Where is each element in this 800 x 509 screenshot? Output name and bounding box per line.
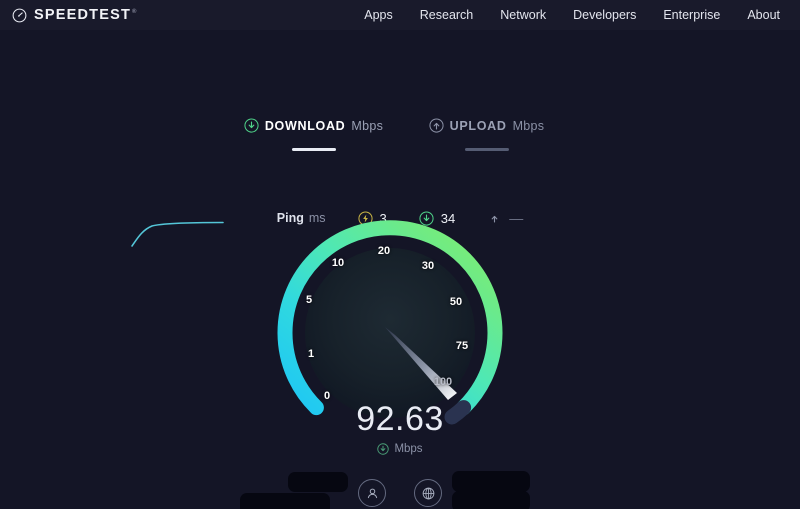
tab-download-label: DOWNLOAD bbox=[264, 118, 346, 133]
download-arrow-icon bbox=[244, 118, 259, 133]
download-arrow-icon bbox=[377, 443, 390, 455]
tab-download-head: DOWNLOAD Mbps bbox=[244, 118, 383, 133]
nav-item-apps[interactable]: Apps bbox=[364, 8, 393, 22]
speedtest-stage: DOWNLOAD Mbps UPLOAD Mbps Ping ms 3 34 —… bbox=[0, 30, 800, 509]
tab-upload-value-placeholder bbox=[464, 148, 509, 151]
globe-icon bbox=[422, 487, 434, 499]
speed-unit: Mbps bbox=[394, 443, 423, 455]
speedometer-icon bbox=[12, 8, 27, 22]
app-header: SPEEDTEST® Apps Research Network Develop… bbox=[0, 0, 800, 30]
nav-item-developers[interactable]: Developers bbox=[573, 8, 636, 22]
isp-detail-redacted bbox=[240, 493, 330, 509]
tab-upload-head: UPLOAD Mbps bbox=[429, 118, 545, 133]
connection-info-bar bbox=[0, 468, 800, 509]
tab-upload-label: UPLOAD bbox=[449, 118, 507, 133]
speed-value: 92.63 bbox=[356, 400, 444, 438]
tab-upload-unit: Mbps bbox=[512, 118, 545, 133]
nav-item-network[interactable]: Network bbox=[500, 8, 546, 22]
server-location-redacted bbox=[452, 491, 530, 509]
tab-download[interactable]: DOWNLOAD Mbps bbox=[244, 118, 383, 151]
server-name-redacted bbox=[452, 471, 530, 492]
brand-logo[interactable]: SPEEDTEST® bbox=[12, 7, 138, 23]
tab-download-value-placeholder bbox=[291, 148, 336, 151]
speed-unit-row: Mbps bbox=[0, 443, 800, 455]
isp-name-redacted bbox=[288, 472, 348, 492]
person-icon bbox=[367, 488, 377, 498]
brand-trademark: ® bbox=[132, 9, 138, 16]
speed-readout: 92.63 Mbps bbox=[0, 402, 800, 455]
globe-icon-button[interactable] bbox=[414, 479, 442, 507]
main-navigation: Apps Research Network Developers Enterpr… bbox=[364, 8, 780, 22]
brand-name: SPEEDTEST® bbox=[34, 7, 138, 23]
server-info[interactable] bbox=[400, 468, 560, 509]
tab-download-unit: Mbps bbox=[351, 118, 384, 133]
result-tabs: DOWNLOAD Mbps UPLOAD Mbps bbox=[0, 118, 800, 151]
upload-arrow-icon bbox=[429, 118, 444, 133]
tab-upload[interactable]: UPLOAD Mbps bbox=[418, 118, 555, 151]
isp-info[interactable] bbox=[240, 468, 400, 509]
nav-item-research[interactable]: Research bbox=[420, 8, 474, 22]
person-icon-button[interactable] bbox=[358, 479, 386, 507]
nav-item-about[interactable]: About bbox=[747, 8, 780, 22]
nav-item-enterprise[interactable]: Enterprise bbox=[663, 8, 720, 22]
